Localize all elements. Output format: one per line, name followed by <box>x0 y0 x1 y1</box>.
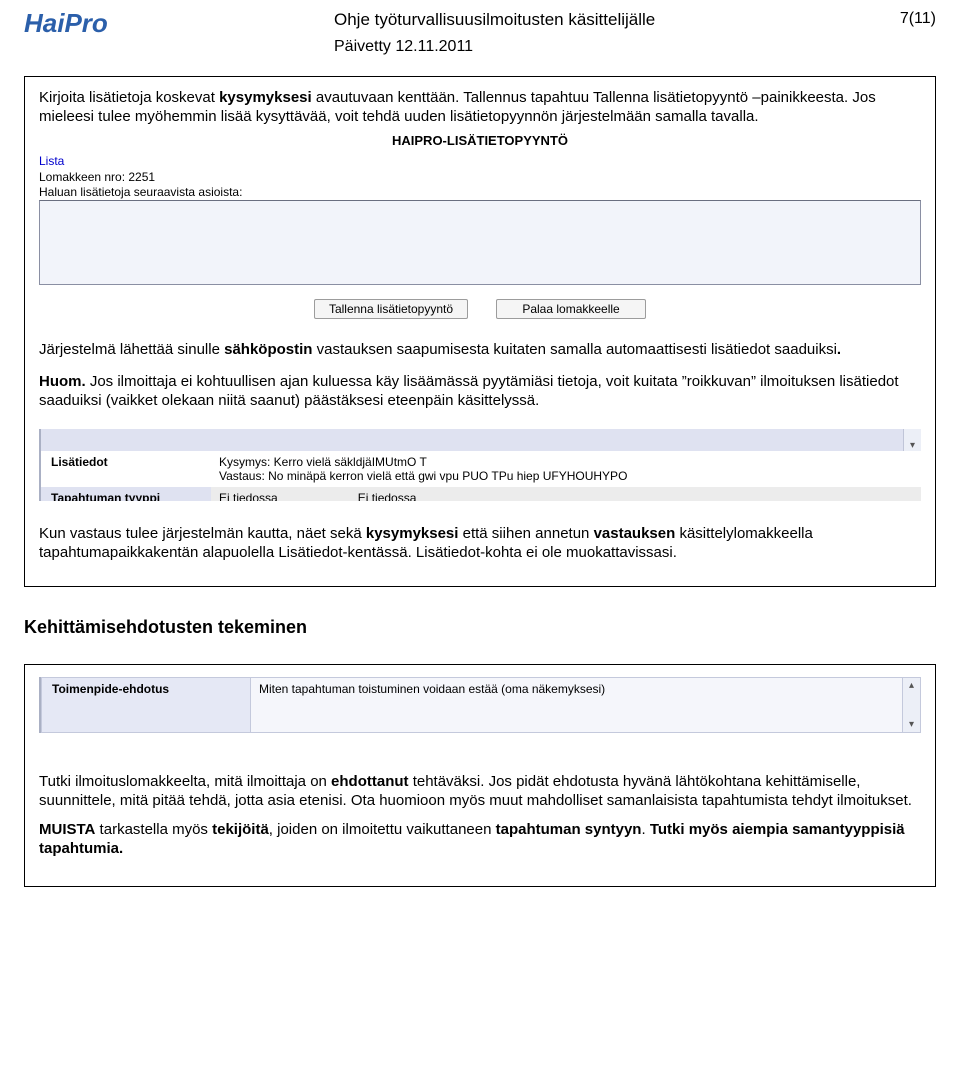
muista-paragraph: MUISTA tarkastella myös tekijöitä, joide… <box>39 821 921 859</box>
document-header: HaiPro Ohje työturvallisuusilmoitusten k… <box>24 10 936 56</box>
document-updated: Päivetty 12.11.2011 <box>334 38 876 56</box>
logo-text: HaiPro <box>24 10 108 36</box>
text: avautuvaan kenttään. Tallennus tapahtuu … <box>312 89 853 106</box>
header-center: Ohje työturvallisuusilmoitusten käsittel… <box>134 10 876 56</box>
logo: HaiPro <box>24 10 134 36</box>
instruction-paragraph-1: Kirjoita lisätietoja koskevat kysymykses… <box>39 89 921 127</box>
text-bold: sähköpostin <box>224 341 312 358</box>
form-number-label: Lomakkeen nro: 2251 <box>39 170 921 184</box>
kehittamisehdotukset-heading: Kehittämisehdotusten tekeminen <box>24 617 936 638</box>
form-button-row: Tallenna lisätietopyyntö Palaa lomakkeel… <box>39 299 921 319</box>
tyyppi-values: Ei tiedossa Ei tiedossa <box>211 487 921 501</box>
text: Ei tiedossa <box>219 491 278 497</box>
text: Kysymys: <box>219 455 274 469</box>
text: , joiden on ilmoitettu vaikuttaneen <box>269 821 496 838</box>
text: Järjestelmä lähettää sinulle <box>39 341 224 358</box>
toimenpide-text: Miten tapahtuman toistuminen voidaan est… <box>251 677 903 733</box>
lisatiedot-label: Lisätiedot <box>41 451 211 487</box>
lisatietopyynto-section: Kirjoita lisätietoja koskevat kysymykses… <box>24 76 936 587</box>
toimenpide-ehdotus-view: Toimenpide-ehdotus Miten tapahtuman tois… <box>39 677 921 733</box>
text-bold: vastauksen <box>594 525 676 542</box>
text: . <box>641 821 649 838</box>
text: Jos ilmoittaja ei kohtuullisen ajan kulu… <box>39 373 899 409</box>
text: että siihen annetun <box>458 525 593 542</box>
text: vastauksen saapumisesta kuitaten samalla… <box>312 341 836 358</box>
scrollbar-stub[interactable]: ▾ <box>903 429 921 451</box>
text: Kirjoita lisätietoja koskevat <box>39 89 219 106</box>
cell <box>211 429 903 451</box>
text: tarkastella myös <box>95 821 212 838</box>
form-question-label: Haluan lisätietoja seuraavista asioista: <box>39 185 921 199</box>
haipro-lisatietopyynto-form: HAIPRO-LISÄTIETOPYYNTÖ Lista Lomakkeen n… <box>39 133 921 319</box>
table-row-lisatiedot: Lisätiedot Kysymys: Kerro vielä säkldjäI… <box>41 451 921 487</box>
text-bold: MUISTA <box>39 821 95 838</box>
text-bold: kysymyksesi <box>219 89 312 106</box>
palaa-button[interactable]: Palaa lomakkeelle <box>496 299 646 319</box>
email-info-paragraph: Järjestelmä lähettää sinulle sähköpostin… <box>39 341 921 360</box>
lisatiedot-view: ▾ Lisätiedot Kysymys: Kerro vielä säkldj… <box>39 429 921 501</box>
cell <box>41 429 211 451</box>
page-number: 7(11) <box>876 10 936 28</box>
lisatieto-textarea[interactable] <box>39 200 921 285</box>
tallenna-button[interactable]: Tallenna lisätietopyyntö <box>314 299 468 319</box>
text-bold: kysymyksesi <box>366 525 459 542</box>
lista-link[interactable]: Lista <box>39 154 921 168</box>
text-bold: . <box>837 341 841 358</box>
text-bold: Huom. <box>39 373 86 390</box>
text: Kun vastaus tulee järjestelmän kautta, n… <box>39 525 366 542</box>
kehittamisehdotukset-section: Toimenpide-ehdotus Miten tapahtuman tois… <box>24 664 936 887</box>
text: Ei tiedossa <box>358 491 417 497</box>
text: Vastaus: <box>219 469 268 483</box>
lisatiedot-content: Kysymys: Kerro vielä säkldjäIMUtmO T Vas… <box>211 451 921 487</box>
text-bold: ehdottanut <box>331 773 408 790</box>
form-title: HAIPRO-LISÄTIETOPYYNTÖ <box>39 133 921 148</box>
huom-paragraph: Huom. Jos ilmoittaja ei kohtuullisen aja… <box>39 373 921 411</box>
ehdotus-paragraph-1: Tutki ilmoituslomakkeelta, mitä ilmoitta… <box>39 773 921 811</box>
tyyppi-label: Tapahtuman tyyppi <box>41 487 211 501</box>
document-title: Ohje työturvallisuusilmoitusten käsittel… <box>334 10 876 30</box>
table-row-tyyppi: Tapahtuman tyyppi Ei tiedossa Ei tiedoss… <box>41 487 921 501</box>
text-bold: tapahtuman syntyyn <box>496 821 642 838</box>
text: J <box>852 89 860 106</box>
text: No minäpä kerron vielä että gwi vpu PUO … <box>268 469 627 483</box>
toimenpide-label: Toimenpide-ehdotus <box>41 677 251 733</box>
text: Tutki ilmoituslomakkeelta, mitä ilmoitta… <box>39 773 331 790</box>
table-row-blank: ▾ <box>41 429 921 451</box>
vastaus-info-paragraph: Kun vastaus tulee järjestelmän kautta, n… <box>39 525 921 563</box>
text: Kerro vielä säkldjäIMUtmO T <box>274 455 427 469</box>
text-bold: tekijöitä <box>212 821 269 838</box>
scrollbar-stub[interactable]: ▴▾ <box>903 677 921 733</box>
